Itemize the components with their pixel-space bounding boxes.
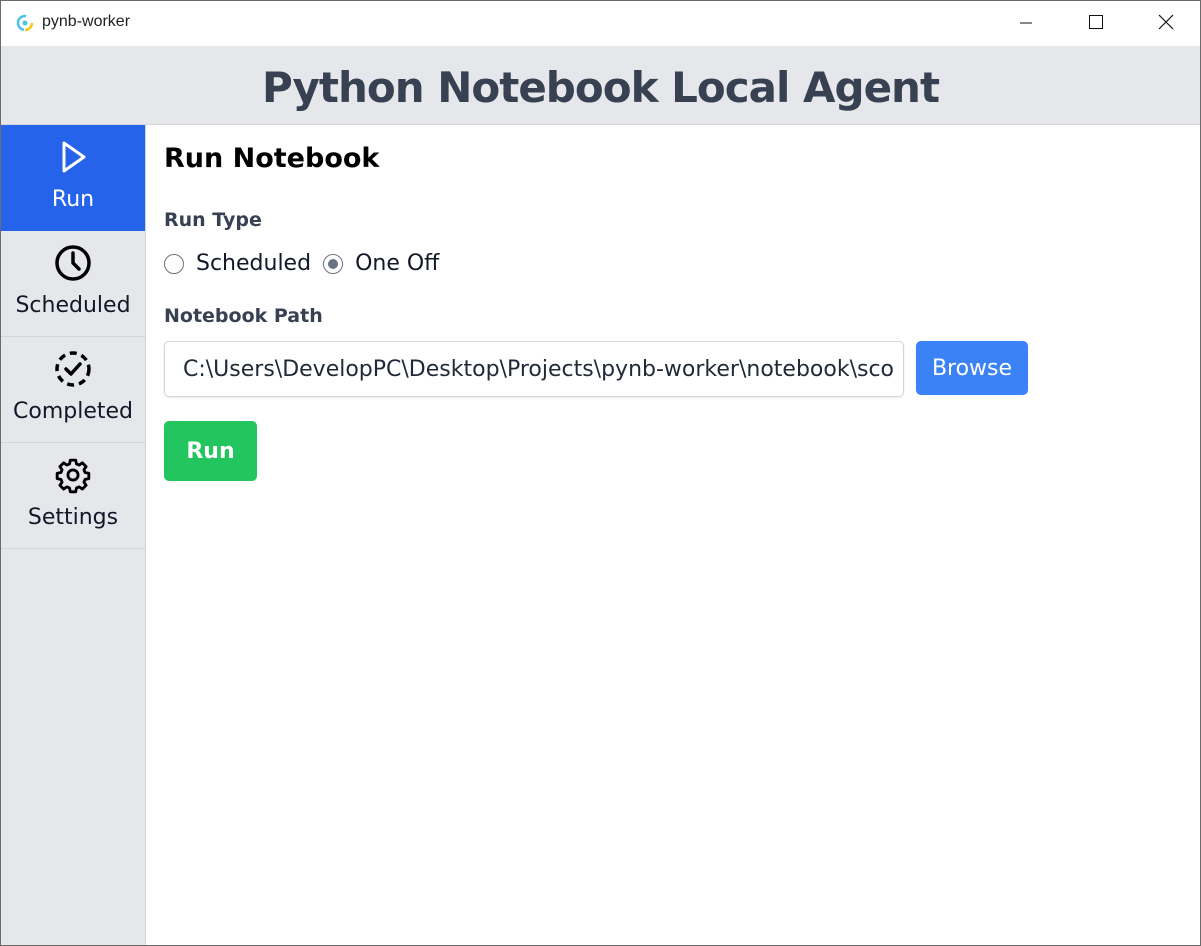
run-button[interactable]: Run <box>164 421 257 481</box>
app-title: Python Notebook Local Agent <box>261 62 940 112</box>
radio-scheduled-label[interactable]: Scheduled <box>196 251 311 276</box>
pynb-worker-logo-icon <box>15 13 35 33</box>
sidebar-item-run[interactable]: Run <box>1 125 145 231</box>
play-icon <box>53 137 93 177</box>
clock-icon <box>53 243 93 283</box>
sidebar-item-label: Scheduled <box>15 293 131 318</box>
sidebar-item-scheduled[interactable]: Scheduled <box>1 231 145 337</box>
run-type-radio-group: Scheduled One Off <box>164 251 451 276</box>
app-header: Python Notebook Local Agent <box>1 46 1200 125</box>
sidebar: Run Scheduled Completed Settings <box>1 125 146 945</box>
sidebar-item-completed[interactable]: Completed <box>1 337 145 443</box>
page-title: Run Notebook <box>164 143 380 174</box>
sidebar-item-settings[interactable]: Settings <box>1 443 145 549</box>
sidebar-item-label: Run <box>51 187 95 212</box>
minimize-icon <box>1020 14 1032 33</box>
run-type-label: Run Type <box>164 209 262 231</box>
maximize-button[interactable] <box>1061 1 1131 46</box>
gear-icon <box>53 455 93 495</box>
radio-one-off-label[interactable]: One Off <box>355 251 439 276</box>
app-window: pynb-worker Python Notebook Local Agent … <box>0 0 1201 946</box>
notebook-path-label: Notebook Path <box>164 305 323 327</box>
radio-scheduled[interactable] <box>164 253 184 274</box>
window-title: pynb-worker <box>42 13 131 30</box>
minimize-button[interactable] <box>991 1 1061 46</box>
main-content: Run Notebook Run Type Scheduled One Off … <box>146 125 1200 945</box>
notebook-path-input[interactable]: C:\Users\DevelopPC\Desktop\Projects\pynb… <box>164 341 904 397</box>
sidebar-item-label: Settings <box>27 505 119 530</box>
close-icon <box>1158 14 1174 34</box>
sidebar-item-label: Completed <box>13 399 133 424</box>
dashed-check-circle-icon <box>53 349 93 389</box>
browse-button[interactable]: Browse <box>916 341 1028 395</box>
title-bar[interactable]: pynb-worker <box>1 1 1200 46</box>
close-button[interactable] <box>1131 1 1200 46</box>
maximize-icon <box>1089 14 1103 33</box>
radio-one-off[interactable] <box>323 253 344 274</box>
